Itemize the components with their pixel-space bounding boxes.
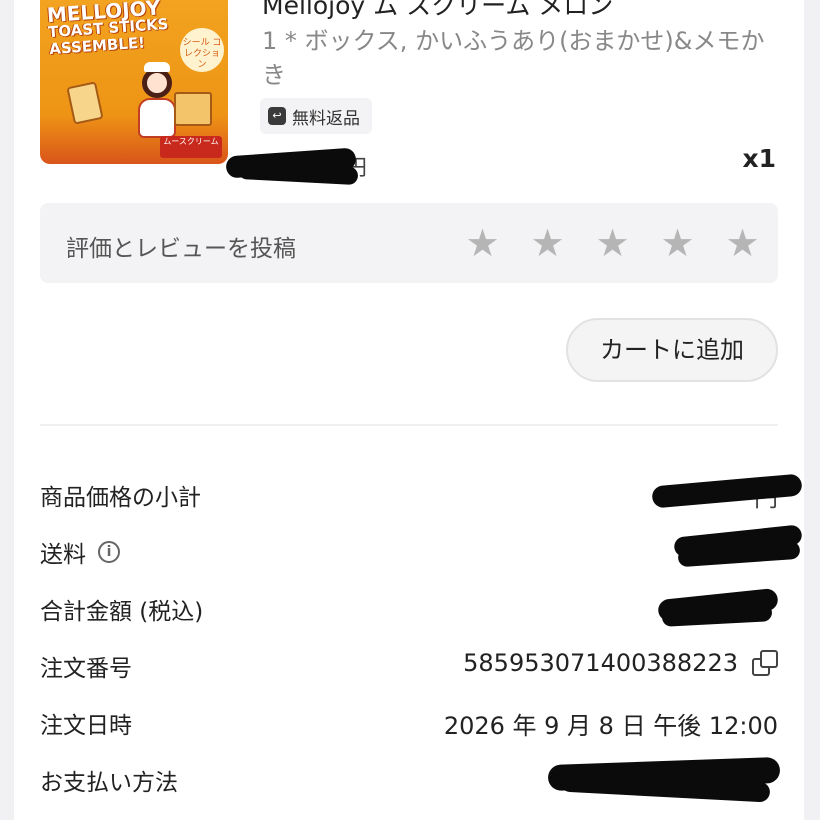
order-number-row: 注文番号 585953071400388223 <box>40 645 780 685</box>
subtotal-row: 商品価格の小計 円 <box>40 473 803 514</box>
product-thumbnail[interactable]: MELLOJOY TOAST STICKS ASSEMBLE! シール コレクシ… <box>40 0 228 164</box>
thumbnail-title: MELLOJOY TOAST STICKS ASSEMBLE! <box>46 0 199 58</box>
total-label: 合計金額 (税込) <box>40 599 204 625</box>
left-edge <box>0 0 14 820</box>
free-return-label: 無料返品 <box>292 108 360 129</box>
thumbnail-badge: シール コレクション <box>180 28 224 72</box>
star-icon[interactable]: ★ <box>515 221 580 265</box>
order-date-row: 注文日時 2026 年 9 月 8 日 午後 12:00 <box>40 702 780 742</box>
redaction-mark <box>651 473 803 509</box>
shipping-label: 送料 <box>40 542 86 568</box>
order-date-label: 注文日時 <box>40 713 132 739</box>
payment-row: お支払い方法 <box>40 756 781 803</box>
order-detail-page: MELLOJOY TOAST STICKS ASSEMBLE! シール コレクシ… <box>0 0 820 820</box>
book-illustration <box>174 92 212 126</box>
star-icon[interactable]: ★ <box>450 221 515 265</box>
order-number-value-wrap: 585953071400388223 <box>463 649 778 677</box>
rating-stars[interactable]: ★ ★ ★ ★ ★ <box>450 221 775 265</box>
thumbnail-footer: ムースクリーム <box>160 136 222 158</box>
shipping-label-wrap: 送料 i <box>40 535 120 569</box>
subtotal-label: 商品価格の小計 <box>40 485 201 511</box>
order-date-value: 2026 年 9 月 8 日 午後 12:00 <box>443 712 778 740</box>
order-number-value: 585953071400388223 <box>463 649 738 677</box>
product-variant: 1 * ボックス, かいふうあり(おまかせ)&メモかき <box>262 27 765 89</box>
right-edge <box>804 0 820 820</box>
quantity: x1 <box>742 144 776 173</box>
total-row: 合計金額 (税込) <box>40 587 780 628</box>
info-icon[interactable]: i <box>98 541 120 563</box>
payment-label: お支払い方法 <box>40 770 178 796</box>
review-label: 評価とレビューを投稿 <box>66 236 296 262</box>
shipping-row: 送料 i <box>40 524 803 571</box>
order-number-label: 注文番号 <box>40 656 132 682</box>
toast-illustration <box>66 81 104 125</box>
add-to-cart-button[interactable]: カートに追加 <box>566 318 778 382</box>
review-bar[interactable]: 評価とレビューを投稿 ★ ★ ★ ★ ★ <box>40 203 778 283</box>
return-icon: ↩ <box>268 107 286 125</box>
star-icon[interactable]: ★ <box>645 221 710 265</box>
divider <box>40 424 778 426</box>
star-icon[interactable]: ★ <box>580 221 645 265</box>
copy-icon[interactable] <box>752 650 778 676</box>
star-icon[interactable]: ★ <box>710 221 775 265</box>
product-name[interactable]: Mellojoy ム スクリーム メロン <box>262 0 782 22</box>
free-return-badge: ↩ 無料返品 <box>260 98 372 134</box>
product-price: 円 <box>220 138 388 194</box>
